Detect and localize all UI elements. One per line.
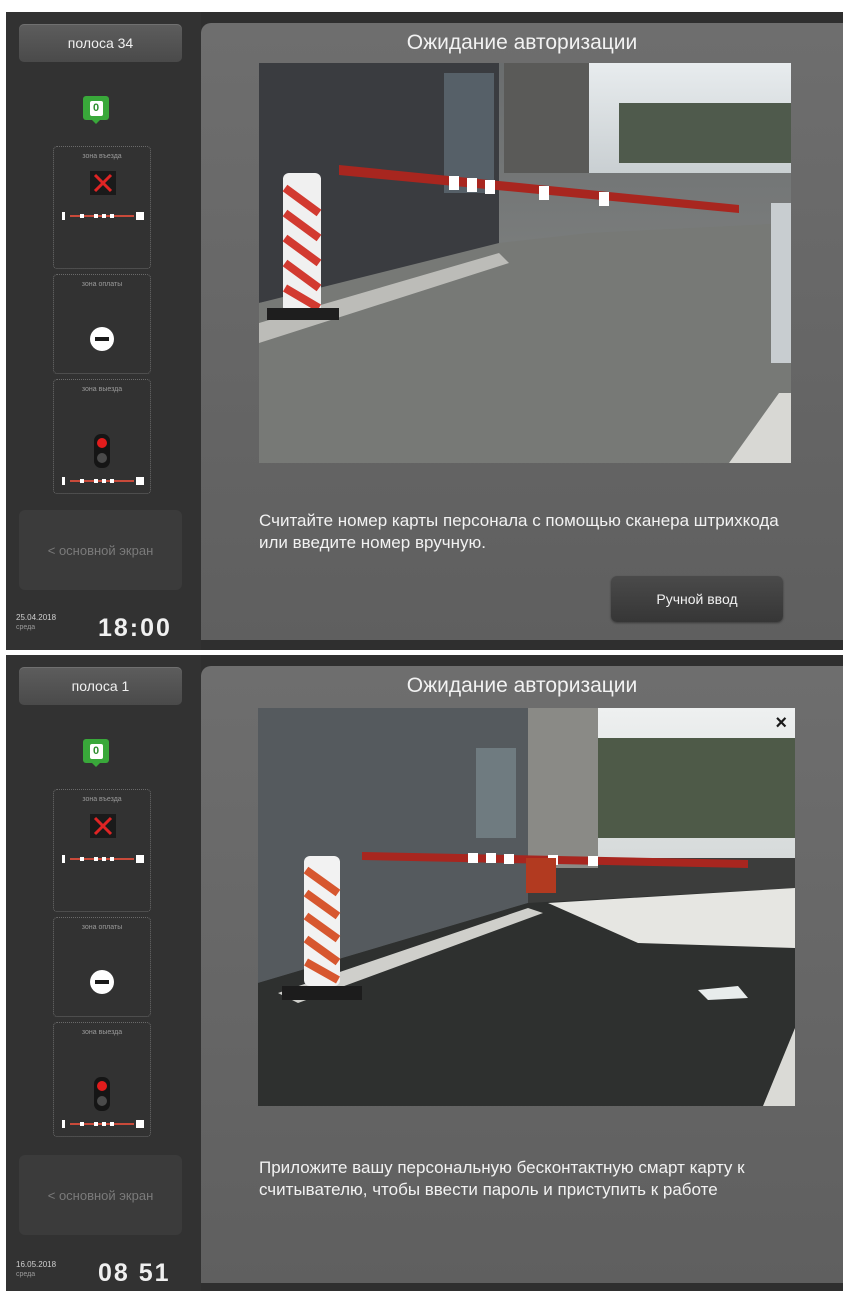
counter-badge: 0 <box>83 96 109 120</box>
sidebar: полоса 34 0 зона въезда зона оплаты зона… <box>6 12 201 650</box>
barrier-closed-x-icon <box>90 171 116 195</box>
barrier-mini-icon <box>62 477 144 485</box>
camera-feed-image <box>259 63 791 463</box>
entry-zone[interactable]: зона въезда <box>53 146 151 269</box>
screen-lane-34: полоса 34 0 зона въезда зона оплаты зона… <box>6 12 843 650</box>
entry-zone[interactable]: зона въезда <box>53 789 151 912</box>
auth-panel: Ожидание авторизации <box>201 23 843 640</box>
auth-title: Ожидание авторизации <box>406 31 638 54</box>
date-value: 25.04.2018 <box>16 613 57 622</box>
manual-entry-button[interactable]: Ручной ввод <box>611 576 783 622</box>
traffic-light-red-icon <box>94 434 110 468</box>
weekday-value: среда <box>16 624 36 631</box>
clock: 08 51 <box>98 1259 171 1287</box>
sidebar: полоса 1 0 зона въезда зона оплаты зона … <box>6 655 201 1291</box>
payment-zone[interactable]: зона оплаты <box>53 917 151 1017</box>
auth-title: Ожидание авторизации <box>406 674 638 697</box>
lane-selector-button[interactable]: полоса 34 <box>19 24 182 62</box>
date-display: 16.05.2018 среда <box>16 1260 56 1280</box>
screen-lane-1: полоса 1 0 зона въезда зона оплаты зона … <box>6 655 843 1291</box>
barrier-mini-icon <box>62 212 144 220</box>
barrier-mini-icon <box>62 1120 144 1128</box>
counter-value: 0 <box>89 743 103 759</box>
vehicle-counter: 0 <box>83 96 109 124</box>
payment-zone[interactable]: зона оплаты <box>53 274 151 374</box>
exit-zone[interactable]: зона выезда <box>53 379 151 494</box>
counter-value: 0 <box>89 100 103 116</box>
exit-zone-label: зона выезда <box>81 1029 123 1036</box>
main-screen-button[interactable]: < основной экран <box>19 510 182 590</box>
lane-selector-button[interactable]: полоса 1 <box>19 667 182 705</box>
exit-zone-label: зона выезда <box>81 386 123 393</box>
date-display: 25.04.2018 среда <box>16 613 56 633</box>
weekday-value: среда <box>16 1271 36 1278</box>
traffic-light-red-icon <box>94 1077 110 1111</box>
close-icon[interactable]: × <box>775 712 787 735</box>
vehicle-counter: 0 <box>83 739 109 767</box>
barrier-mini-icon <box>62 855 144 863</box>
payment-zone-label: зона оплаты <box>81 281 123 288</box>
camera-feed-image: × <box>258 708 795 1106</box>
date-value: 16.05.2018 <box>16 1260 57 1269</box>
payment-zone-label: зона оплаты <box>81 924 123 931</box>
barrier-closed-x-icon <box>90 814 116 838</box>
instruction-text: Приложите вашу персональную бесконтактну… <box>259 1158 745 1199</box>
instruction-text: Считайте номер карты персонала с помощью… <box>259 511 779 552</box>
clock: 18:00 <box>98 614 172 642</box>
no-entry-icon <box>90 327 114 351</box>
entry-zone-label: зона въезда <box>82 153 122 160</box>
entry-zone-label: зона въезда <box>82 796 122 803</box>
auth-panel: Ожидание авторизации <box>201 666 843 1283</box>
main-screen-button[interactable]: < основной экран <box>19 1155 182 1235</box>
exit-zone[interactable]: зона выезда <box>53 1022 151 1137</box>
counter-badge: 0 <box>83 739 109 763</box>
no-entry-icon <box>90 970 114 994</box>
